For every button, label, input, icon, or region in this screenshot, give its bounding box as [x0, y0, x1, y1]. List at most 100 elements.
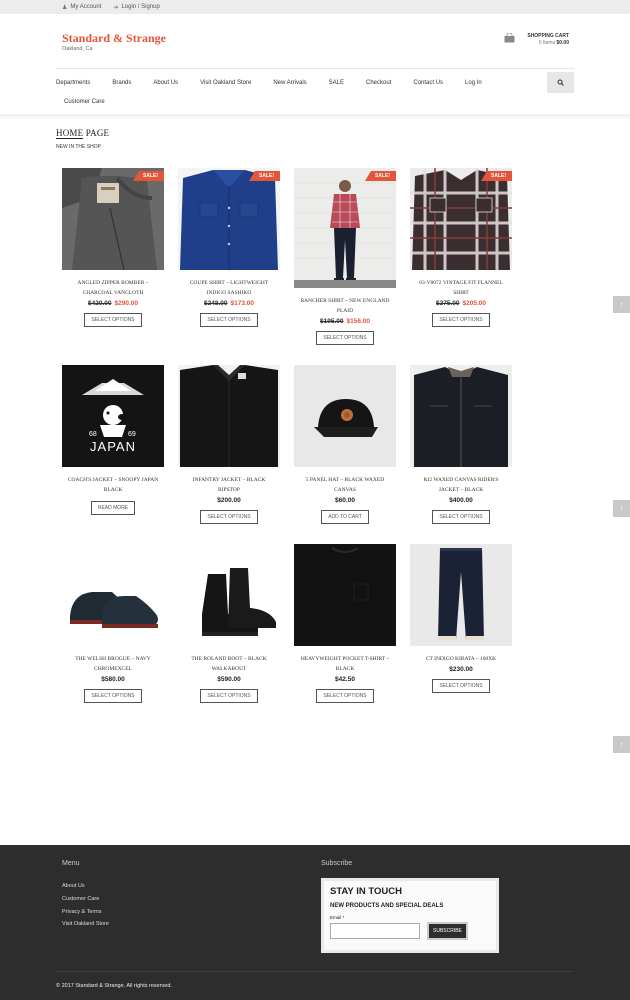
nav-item-log-in[interactable]: Log In: [465, 80, 482, 86]
site-tagline: Oakland, Ca: [62, 46, 93, 52]
product-image[interactable]: SALE!: [178, 168, 280, 270]
cart-summary: 0 Items $0.00: [527, 40, 569, 47]
nav-item-sale[interactable]: SALE: [329, 80, 344, 86]
page-title-rest: PAGE: [83, 128, 110, 138]
regular-price: $42.50: [335, 676, 355, 683]
product-card: SALE! 03-V8072 VINTAGE FIT FLANNEL SHIRT…: [410, 168, 512, 327]
footer-link-privacy-terms[interactable]: Privacy & Terms: [62, 906, 109, 919]
product-image[interactable]: SALE!: [294, 168, 396, 288]
select-options-button[interactable]: SELECT OPTIONS: [84, 689, 142, 703]
product-name[interactable]: RANCHER SHIRT – NEW ENGLAND PLAID: [294, 296, 396, 316]
scroll-top-button[interactable]: ↑: [613, 500, 630, 517]
product-name[interactable]: HEAVYWEIGHT POCKET T-SHIRT – BLACK: [294, 654, 396, 674]
product-name[interactable]: ANGLED ZIPPER BOMBER – CHARCOAL VANCLOTH: [62, 278, 164, 298]
login-label: Login / Signup: [121, 4, 160, 10]
arrow-up-icon: ↑: [619, 504, 624, 513]
main-nav: Departments Brands About Us Visit Oaklan…: [56, 68, 574, 112]
nav-item-checkout[interactable]: Checkout: [366, 80, 391, 86]
select-options-button[interactable]: SELECT OPTIONS: [316, 689, 374, 703]
old-price: $420.00: [88, 300, 112, 307]
read-more-button[interactable]: READ MORE: [90, 501, 136, 515]
site-logo[interactable]: Standard & Strange: [62, 31, 166, 46]
cart-title: SHOPPING CART: [527, 33, 569, 39]
product-price: $420.00 $290.00: [62, 300, 164, 307]
nav-item-new-arrivals[interactable]: New Arrivals: [273, 80, 306, 86]
select-options-button[interactable]: SELECT OPTIONS: [200, 689, 258, 703]
product-card: 68 69 JAPAN COACH'S JACKET – SNOOPY JAPA…: [62, 365, 164, 515]
arrow-up-icon: ↑: [619, 740, 624, 749]
scroll-top-button[interactable]: ↑: [613, 296, 630, 313]
product-image[interactable]: 68 69 JAPAN: [62, 365, 164, 467]
cart-items: 0 Items: [538, 40, 556, 46]
sale-price: $205.00: [462, 300, 487, 307]
regular-price: $590.00: [217, 676, 241, 683]
product-image[interactable]: [294, 365, 396, 467]
select-options-button[interactable]: SELECT OPTIONS: [316, 331, 374, 345]
footer-subscribe-title: Subscribe: [321, 860, 353, 867]
product-image[interactable]: SALE!: [410, 168, 512, 270]
select-options-button[interactable]: SELECT OPTIONS: [84, 313, 142, 327]
site-footer: Menu About Us Customer Care Privacy & Te…: [0, 845, 630, 1000]
product-price: $590.00: [178, 676, 280, 683]
select-options-button[interactable]: SELECT OPTIONS: [432, 313, 490, 327]
footer-menu-title: Menu: [62, 860, 80, 867]
jacket-japan-text: JAPAN: [90, 439, 136, 454]
select-options-button[interactable]: SELECT OPTIONS: [200, 510, 258, 524]
product-name[interactable]: 03-V8072 VINTAGE FIT FLANNEL SHIRT: [410, 278, 512, 298]
top-bar: ♟ My Account ➔ Login / Signup: [0, 0, 630, 14]
user-icon: ♟: [62, 4, 68, 11]
sale-price: $290.00: [114, 300, 139, 307]
regular-price: $200.00: [217, 497, 241, 504]
page-title-home: HOME: [56, 128, 84, 139]
nav-item-about-us[interactable]: About Us: [153, 80, 178, 86]
nav-item-visit-oakland-store[interactable]: Visit Oakland Store: [200, 80, 251, 86]
product-image[interactable]: [410, 544, 512, 646]
product-name[interactable]: 5 PANEL HAT – BLACK WAXED CANVAS: [294, 475, 396, 495]
product-card: RJ2 WAXED CANVAS RIDER'S JACKET – BLACK …: [410, 365, 512, 524]
product-image[interactable]: [410, 365, 512, 467]
product-card: CT INDIGO KIBATA – 100XK $230.00 SELECT …: [410, 544, 512, 693]
product-card: THE ROLAND BOOT – BLACK WALKABOUT $590.0…: [178, 544, 280, 703]
product-name[interactable]: COUPE SHIRT – LIGHTWEIGHT INDIGO SASHIKO: [178, 278, 280, 298]
site-header: Standard & Strange Oakland, Ca SHOPPING …: [0, 14, 630, 68]
old-price: $248.00: [204, 300, 228, 307]
select-options-button[interactable]: SELECT OPTIONS: [200, 313, 258, 327]
nav-item-contact-us[interactable]: Contact Us: [413, 80, 443, 86]
search-button[interactable]: [547, 72, 574, 93]
product-card: SALE! RANCHER SHIRT – NEW ENGLAND PLAID …: [294, 168, 396, 345]
product-image[interactable]: [294, 544, 396, 646]
login-link[interactable]: ➔ Login / Signup: [113, 4, 159, 11]
product-name[interactable]: INFANTRY JACKET – BLACK RIPSTOP: [178, 475, 280, 495]
select-options-button[interactable]: SELECT OPTIONS: [432, 510, 490, 524]
add-to-cart-button[interactable]: ADD TO CART: [321, 510, 369, 524]
main-content: HOME PAGE NEW IN THE SHOP: [56, 128, 576, 150]
footer-menu: About Us Customer Care Privacy & Terms V…: [62, 880, 109, 931]
regular-price: $230.00: [449, 666, 473, 673]
product-name[interactable]: COACH'S JACKET – SNOOPY JAPAN BLACK: [62, 475, 164, 495]
product-image[interactable]: [178, 365, 280, 467]
product-name[interactable]: THE WELSH BROGUE – NAVY CHROMEXCEL: [62, 654, 164, 674]
old-price: $275.00: [436, 300, 460, 307]
footer-link-about-us[interactable]: About Us: [62, 880, 109, 893]
product-name[interactable]: THE ROLAND BOOT – BLACK WALKABOUT: [178, 654, 280, 674]
product-image[interactable]: [178, 544, 280, 646]
regular-price: $580.00: [101, 676, 125, 683]
nav-item-brands[interactable]: Brands: [112, 80, 131, 86]
product-image[interactable]: SALE!: [62, 168, 164, 270]
email-input[interactable]: [330, 923, 420, 939]
subscribe-button[interactable]: SUBSCRIBE: [427, 922, 468, 940]
nav-item-customer-care[interactable]: Customer Care: [64, 99, 105, 105]
footer-link-visit-oakland-store[interactable]: Visit Oakland Store: [62, 918, 109, 931]
select-options-button[interactable]: SELECT OPTIONS: [432, 679, 490, 693]
shopping-cart[interactable]: SHOPPING CART 0 Items $0.00: [504, 33, 569, 47]
shopping-bag-icon: [504, 33, 515, 43]
nav-item-departments[interactable]: Departments: [56, 80, 90, 86]
product-price: $200.00: [178, 497, 280, 504]
footer-link-customer-care[interactable]: Customer Care: [62, 893, 109, 906]
product-name[interactable]: RJ2 WAXED CANVAS RIDER'S JACKET – BLACK: [410, 475, 512, 495]
sale-price: $173.00: [230, 300, 255, 307]
product-image[interactable]: [62, 544, 164, 646]
scroll-top-button[interactable]: ↑: [613, 736, 630, 753]
product-name[interactable]: CT INDIGO KIBATA – 100XK: [410, 654, 512, 664]
my-account-link[interactable]: ♟ My Account: [62, 4, 101, 11]
